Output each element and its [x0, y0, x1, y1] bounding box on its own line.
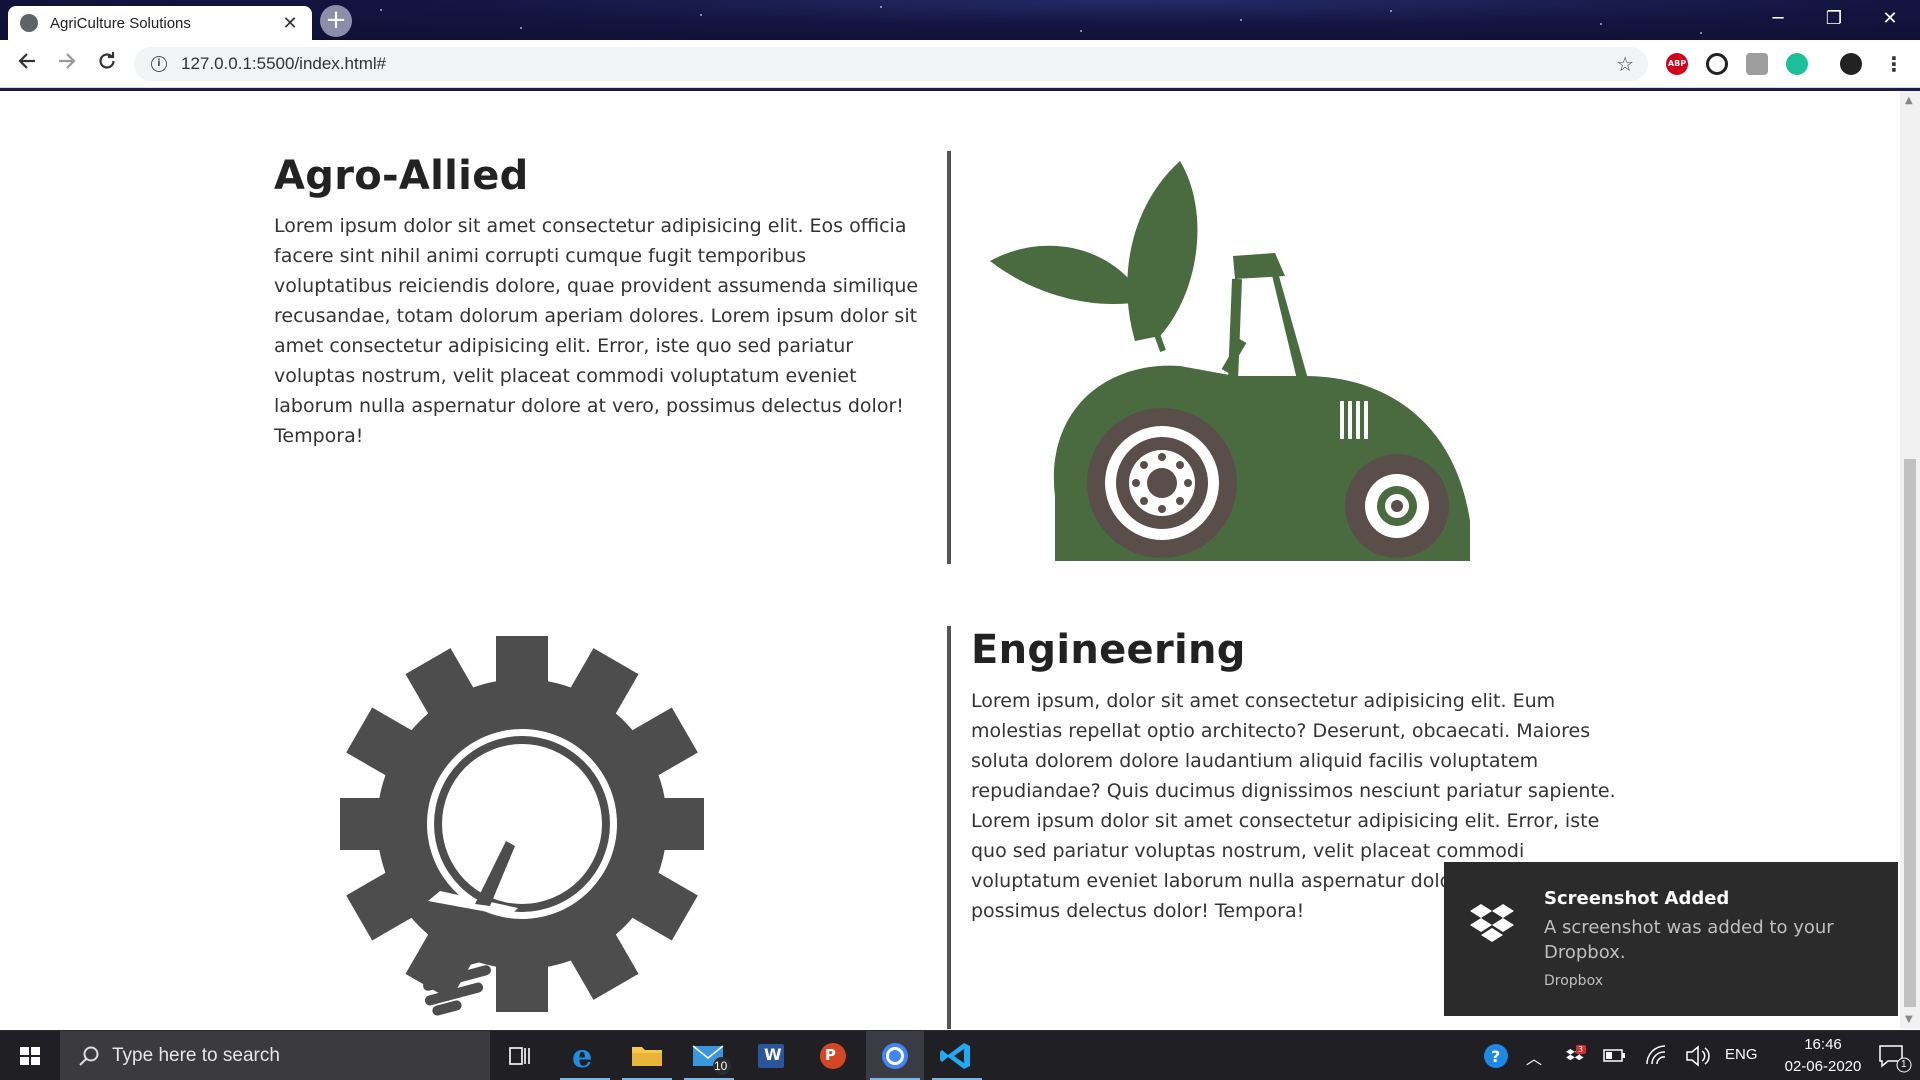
dropbox-icon: [1470, 904, 1514, 942]
tray-time[interactable]: 16:46: [1790, 1036, 1856, 1053]
task-view-icon: [509, 1047, 530, 1065]
task-view-button[interactable]: [490, 1031, 548, 1080]
tray-date[interactable]: 02-06-2020: [1768, 1058, 1878, 1075]
scroll-up-arrow-icon[interactable]: ▲: [1905, 95, 1913, 106]
close-window-button[interactable]: ✕: [1862, 0, 1918, 40]
tray-volume-button[interactable]: [1680, 1031, 1714, 1080]
windows-logo-icon: [20, 1047, 40, 1065]
url-text[interactable]: 127.0.0.1:5500/index.html#: [181, 54, 1616, 74]
tray-battery-button[interactable]: [1598, 1031, 1632, 1080]
gear-bulb-icon: [340, 636, 704, 1016]
notification-title: Screenshot Added: [1544, 888, 1730, 909]
speaker-icon: [1686, 1045, 1710, 1067]
section-divider: [947, 626, 951, 1029]
taskbar-app-vscode[interactable]: [928, 1031, 986, 1080]
tray-dropbox-button[interactable]: 3: [1560, 1031, 1590, 1080]
section-text-agro: Lorem ipsum dolor sit amet consectetur a…: [274, 215, 919, 447]
page-scrollbar[interactable]: ▲ ▼: [1900, 91, 1920, 1029]
browser-toolbar: i 127.0.0.1:5500/index.html# ☆ ABP ⋮: [0, 40, 1920, 88]
mail-icon: [692, 1045, 731, 1075]
info-icon[interactable]: i: [151, 56, 167, 72]
notification-icon: [1879, 1045, 1912, 1073]
notification-source: Dropbox: [1544, 973, 1603, 989]
tab-close-icon[interactable]: ✕: [280, 13, 300, 34]
adblock-extension-icon[interactable]: ABP: [1666, 53, 1688, 75]
reload-button[interactable]: [93, 50, 121, 78]
taskbar-app-file-explorer[interactable]: [618, 1031, 676, 1080]
arrow-left-icon: [18, 53, 35, 69]
browser-tab[interactable]: AgriCulture Solutions ✕: [8, 6, 312, 40]
section-heading-engineering: Engineering: [971, 627, 1246, 673]
windows-taskbar: Type here to search e 10 W P ? ︿ 3 ENG 1…: [0, 1030, 1920, 1080]
taskbar-app-word[interactable]: W: [742, 1031, 800, 1080]
wifi-icon: [1646, 1045, 1666, 1065]
arrow-right-icon: [59, 53, 76, 69]
dropbox-tray-badge: 3: [1578, 1045, 1584, 1054]
dropbox-notification[interactable]: Screenshot Added A screenshot was added …: [1444, 862, 1898, 1016]
edge-icon: e: [572, 1037, 592, 1075]
scrollbar-thumb[interactable]: [1904, 459, 1916, 1007]
globe-icon: [20, 14, 38, 32]
svg-text:e: e: [572, 1037, 592, 1075]
menu-kebab-icon[interactable]: ⋮: [1880, 50, 1908, 78]
reload-icon: [99, 52, 115, 69]
start-button[interactable]: [0, 1031, 60, 1080]
notification-body: A screenshot was added to your Dropbox.: [1544, 917, 1834, 963]
extension-green-icon[interactable]: [1786, 53, 1808, 75]
taskbar-app-edge[interactable]: e: [556, 1031, 614, 1080]
notification-count-badge: 1: [1901, 1059, 1907, 1070]
svg-text:?: ?: [1491, 1047, 1500, 1066]
word-icon-label: W: [764, 1045, 782, 1064]
taskbar-app-powerpoint[interactable]: P: [804, 1031, 862, 1080]
chrome-icon: [882, 1043, 908, 1069]
new-tab-button[interactable]: +: [320, 5, 352, 37]
search-placeholder: Type here to search: [112, 1045, 280, 1066]
vscode-icon: [940, 1043, 970, 1069]
taskbar-app-mail[interactable]: 10: [680, 1031, 738, 1080]
profile-avatar-icon[interactable]: [1840, 53, 1862, 75]
search-icon: [79, 1046, 99, 1066]
help-icon: ?: [1484, 1044, 1508, 1068]
extension-ring-icon[interactable]: [1706, 53, 1728, 75]
mail-badge: 10: [714, 1059, 728, 1073]
dropbox-tray-icon: [1566, 1045, 1586, 1061]
taskbar-search[interactable]: Type here to search: [60, 1031, 490, 1080]
tractor-leaf-icon: [990, 161, 1470, 561]
minimize-button[interactable]: ─: [1750, 0, 1806, 40]
section-heading-agro: Agro-Allied: [274, 153, 529, 199]
section-divider: [947, 151, 951, 564]
tray-language[interactable]: ENG: [1725, 1046, 1758, 1063]
forward-button[interactable]: [53, 50, 81, 78]
bookmark-star-icon[interactable]: ☆: [1616, 52, 1634, 76]
restore-button[interactable]: ❐: [1806, 0, 1862, 40]
battery-icon: [1603, 1049, 1625, 1062]
extension-puzzle-icon[interactable]: [1746, 53, 1768, 75]
back-button[interactable]: [13, 50, 41, 78]
browser-titlebar: AgriCulture Solutions ✕ + ─ ❐ ✕: [0, 0, 1920, 40]
folder-icon: [632, 1047, 662, 1066]
tab-title: AgriCulture Solutions: [50, 14, 191, 32]
powerpoint-icon-label: P: [825, 1046, 836, 1064]
address-bar[interactable]: i 127.0.0.1:5500/index.html# ☆: [134, 47, 1648, 81]
scroll-down-arrow-icon[interactable]: ▼: [1905, 1014, 1913, 1025]
action-center-button[interactable]: 1: [1866, 1031, 1920, 1080]
taskbar-app-chrome[interactable]: [866, 1031, 924, 1080]
tray-overflow-chevron-icon[interactable]: ︿: [1526, 1045, 1542, 1069]
tray-help-button[interactable]: ?: [1474, 1031, 1520, 1080]
tray-network-button[interactable]: [1640, 1031, 1674, 1080]
